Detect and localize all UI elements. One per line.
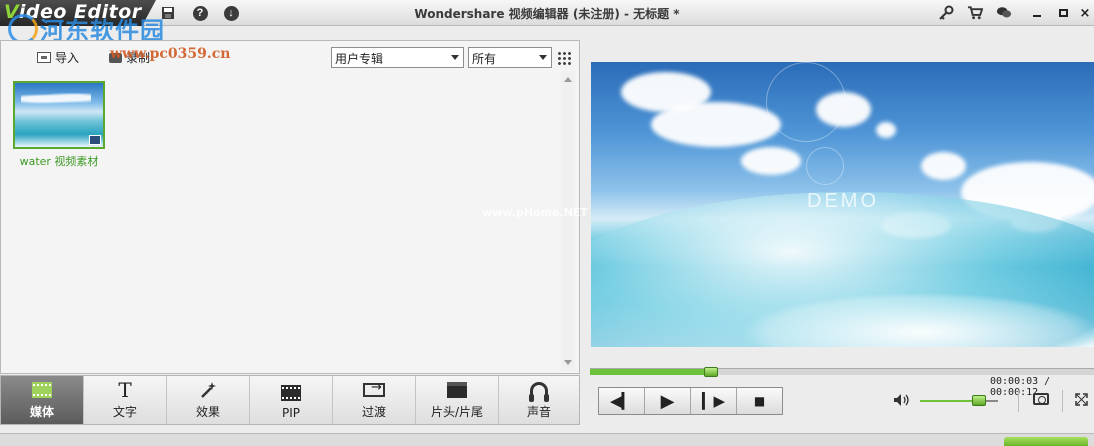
maximize-icon[interactable] (1055, 5, 1071, 21)
media-scrollbar[interactable] (561, 71, 575, 371)
clapper-icon (446, 380, 468, 400)
media-toolbar: 导入 录制 用户专辑 所有 (1, 41, 579, 71)
play-icon: ▶ (660, 390, 675, 412)
tab-transition-label: 过渡 (361, 405, 386, 419)
video-editor-window: Video Editor ? ↓ Wondershare 视频编辑器 (未注册)… (0, 0, 1094, 446)
stop-icon: ■ (753, 394, 766, 408)
video-url-watermark: www.pHome.NET (482, 206, 588, 219)
close-icon[interactable]: × (1077, 5, 1093, 21)
cart-icon[interactable] (967, 5, 983, 21)
key-icon[interactable] (938, 5, 954, 21)
wand-icon (197, 380, 219, 400)
watermark-url: www.pc0359.cn (110, 46, 231, 62)
volume-slider[interactable] (920, 395, 998, 406)
media-grid: water 视频素材 (1, 71, 561, 373)
volume-handle[interactable] (971, 395, 986, 406)
text-icon: T (118, 378, 132, 402)
view-mode-icon[interactable] (557, 51, 571, 65)
tab-text-label: 文字 (112, 405, 137, 419)
seek-progress (590, 369, 711, 375)
media-item-label[interactable]: water 视频素材 (9, 153, 109, 169)
preview-panel: DEMO (589, 40, 1094, 366)
fullscreen-icon[interactable] (1075, 393, 1088, 410)
pip-film-icon (280, 383, 302, 403)
tab-media[interactable]: 媒体 (1, 376, 84, 424)
tab-audio[interactable]: 声音 (499, 376, 579, 424)
tab-pip-label: PIP (281, 406, 300, 420)
chat-icon[interactable] (996, 5, 1012, 21)
seek-handle[interactable] (703, 367, 718, 377)
lens-flare (806, 147, 844, 185)
video-preview[interactable]: DEMO (591, 62, 1094, 347)
tab-media-label: 媒体 (29, 405, 54, 419)
next-frame-icon: ▎▶ (701, 392, 726, 410)
prev-frame-button[interactable]: ◀▎ (599, 388, 645, 414)
snapshot-camera-icon[interactable] (1033, 393, 1049, 405)
tab-text[interactable]: T 文字 (84, 376, 167, 424)
transition-icon (363, 380, 385, 400)
demo-watermark: DEMO (807, 190, 879, 212)
chevron-down-icon (539, 55, 547, 60)
function-tabbar: 媒体 T 文字 效果 PIP 过渡 片头/片尾 声音 (0, 375, 580, 425)
play-button[interactable]: ▶ (645, 388, 691, 414)
tab-intro-credits-label: 片头/片尾 (430, 405, 484, 419)
cloud-shape (921, 152, 966, 180)
seek-bar[interactable] (590, 367, 1094, 377)
media-thumbnail[interactable] (13, 81, 105, 149)
tab-effects-label: 效果 (195, 405, 220, 419)
stop-button[interactable]: ■ (737, 388, 782, 414)
import-icon (37, 52, 51, 63)
divider (1062, 390, 1063, 412)
cloud-shape (651, 102, 781, 147)
tab-pip[interactable]: PIP (250, 376, 333, 424)
export-button[interactable] (1004, 437, 1088, 446)
tab-audio-label: 声音 (526, 405, 551, 419)
headphone-icon (528, 380, 550, 402)
chevron-down-icon (451, 55, 459, 60)
tab-intro-credits[interactable]: 片头/片尾 (416, 376, 499, 424)
tab-transition[interactable]: 过渡 (333, 376, 416, 424)
scroll-down-icon[interactable] (564, 360, 572, 365)
album-select-value: 用户专辑 (335, 52, 384, 66)
minimize-icon[interactable] (1029, 5, 1045, 21)
cloud-shape (741, 147, 801, 175)
scroll-up-icon[interactable] (564, 77, 572, 82)
import-button[interactable]: 导入 (37, 49, 79, 66)
filter-select[interactable]: 所有 (468, 47, 552, 68)
lens-flare (766, 62, 846, 142)
film-icon (31, 380, 53, 400)
video-badge-icon (89, 135, 101, 145)
import-label: 导入 (55, 51, 80, 65)
status-bar (0, 433, 1094, 446)
tab-effects[interactable]: 效果 (167, 376, 250, 424)
volume-icon[interactable] (893, 393, 911, 411)
filter-select-value: 所有 (472, 52, 497, 66)
playback-controls: ◀▎ ▶ ▎▶ ■ (598, 387, 783, 415)
cloud-shape (876, 122, 896, 138)
next-frame-button[interactable]: ▎▶ (691, 388, 737, 414)
album-select[interactable]: 用户专辑 (331, 47, 464, 68)
prev-frame-icon: ◀▎ (609, 392, 634, 410)
divider (1018, 390, 1019, 412)
